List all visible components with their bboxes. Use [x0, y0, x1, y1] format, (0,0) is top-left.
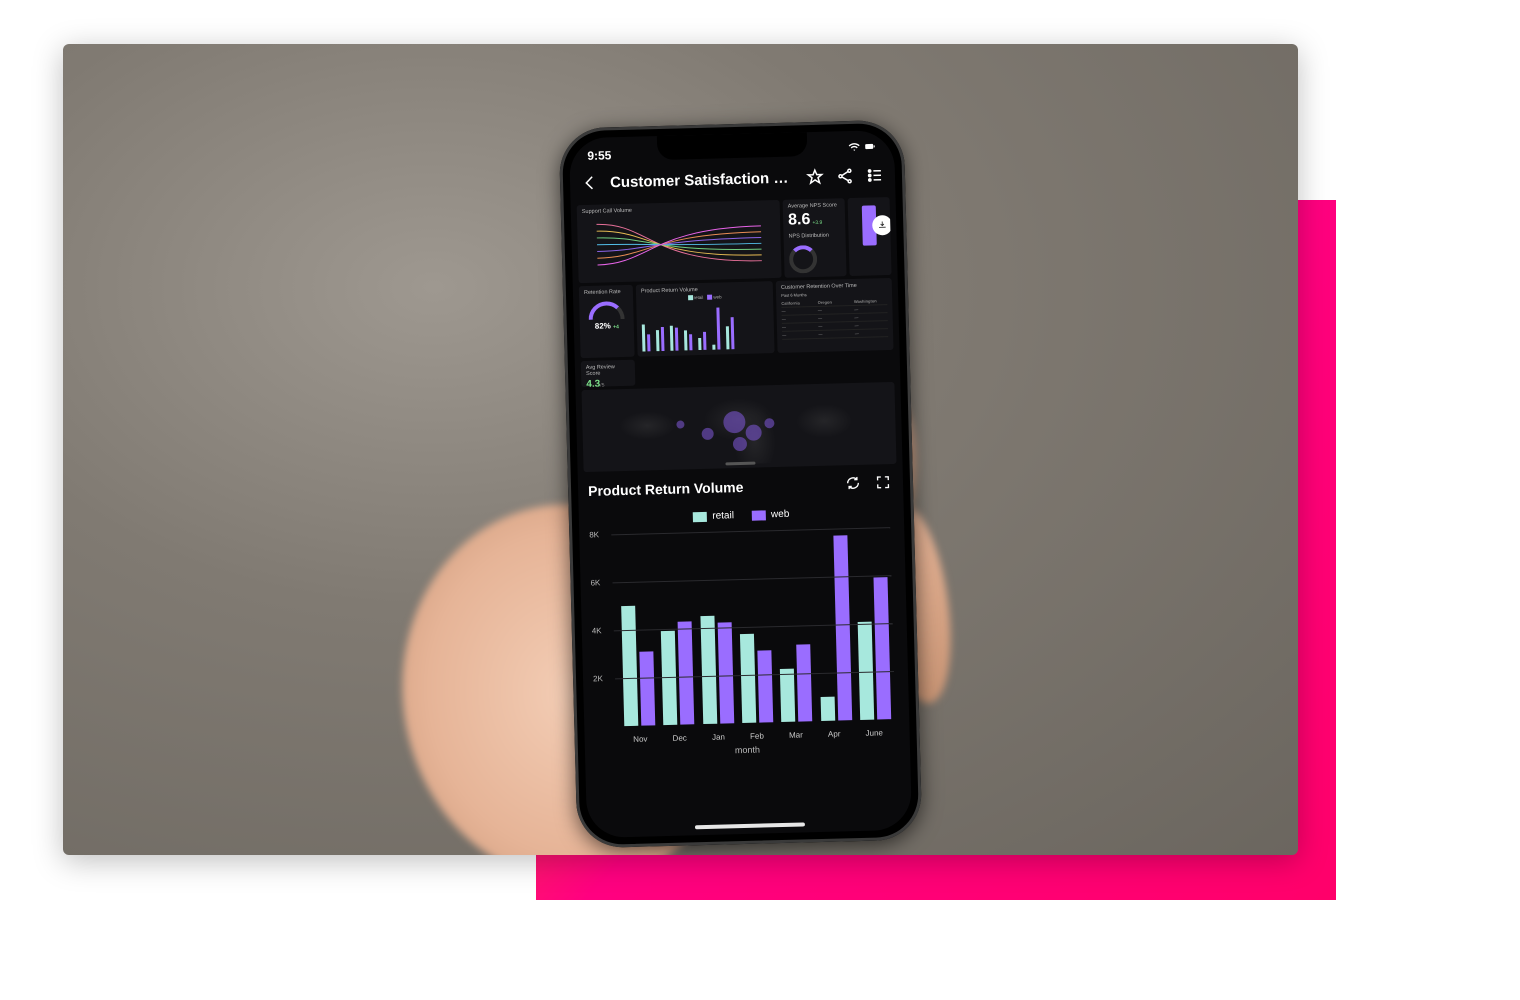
export-fab-button[interactable] — [872, 215, 892, 236]
gauge-card[interactable] — [848, 197, 892, 276]
home-indicator[interactable] — [694, 822, 804, 829]
battery-icon — [864, 140, 876, 155]
avg-review-suffix: /5 — [600, 383, 604, 388]
map-bubble — [764, 418, 774, 428]
refresh-button[interactable] — [845, 475, 863, 493]
favorite-button[interactable] — [805, 167, 826, 188]
bar-web[interactable] — [833, 535, 852, 720]
nps-score-card[interactable]: Average NPS Score 8.6+3.9 NPS Distributi… — [783, 198, 847, 278]
chart-title: Product Return Volume — [588, 477, 833, 499]
x-tick: Feb — [750, 731, 764, 740]
retention-delta: +4 — [613, 324, 619, 330]
legend-item-web[interactable]: web — [752, 509, 790, 521]
retention-rate-card[interactable]: Retention Rate 82% +4 — [579, 285, 635, 358]
bar-web[interactable] — [717, 622, 734, 723]
bar-web[interactable] — [873, 578, 891, 720]
mini-bar-chart — [641, 304, 769, 351]
card-title: Average NPS Score — [788, 202, 840, 209]
wifi-icon — [848, 141, 860, 156]
y-tick: 4K — [592, 626, 602, 635]
bar-web[interactable] — [678, 621, 695, 725]
status-time: 9:55 — [587, 148, 611, 163]
card-title: Retention Rate — [584, 289, 628, 296]
y-tick: 2K — [593, 674, 603, 683]
bar-web[interactable] — [639, 651, 655, 726]
semicircle-gauge-icon — [588, 301, 624, 320]
donut-chart-icon — [789, 245, 818, 274]
bar-retail[interactable] — [740, 634, 756, 723]
page-title: Customer Satisfaction D… — [610, 169, 795, 191]
bar-chart[interactable]: Nov Dec Jan Feb Mar Apr June 2K 4K 6K 8K — [589, 527, 899, 745]
list-view-button[interactable] — [865, 165, 886, 186]
x-tick: Mar — [789, 730, 803, 739]
card-title: Avg Review Score — [586, 364, 630, 377]
table-row: ——— — [782, 329, 888, 340]
bar-retail[interactable] — [780, 669, 795, 722]
bar-web[interactable] — [796, 644, 812, 721]
bar-retail[interactable] — [621, 606, 638, 726]
bar-retail[interactable] — [700, 616, 717, 724]
mini-legend: retail web — [641, 293, 768, 301]
avg-review-card[interactable]: Avg Review Score 4.3/5 — [581, 360, 636, 387]
retention-value: 82% — [595, 321, 611, 330]
x-tick: Apr — [828, 729, 841, 738]
bar-retail[interactable] — [661, 631, 677, 725]
fullscreen-button[interactable] — [875, 474, 893, 492]
x-tick: June — [865, 728, 883, 737]
swipe-handle-icon[interactable] — [725, 462, 755, 466]
dashboard-overview[interactable]: Support Call Volume — [571, 195, 903, 474]
map-bubble — [723, 410, 746, 433]
phone-notch — [656, 132, 807, 160]
share-button[interactable] — [835, 166, 856, 187]
product-return-mini-card[interactable]: Product Return Volume retail web — [636, 281, 775, 357]
x-tick: Dec — [673, 733, 687, 742]
bar-web[interactable] — [757, 650, 773, 722]
x-tick: Jan — [712, 732, 725, 741]
customer-retention-table-card[interactable]: Customer Retention Over Time Past 6 Mont… — [776, 278, 894, 353]
world-map-card[interactable] — [581, 382, 896, 472]
card-subtitle: NPS Distribution — [788, 232, 840, 239]
bar-retail[interactable] — [857, 621, 874, 720]
x-tick: Nov — [633, 735, 647, 744]
line-chart-icon — [582, 212, 776, 275]
back-button[interactable] — [580, 173, 601, 194]
nps-value: 8.6 — [788, 211, 811, 229]
bar-retail[interactable] — [820, 697, 835, 721]
y-tick: 8K — [589, 530, 599, 539]
nps-delta: +3.9 — [812, 220, 822, 226]
chart-section: Product Return Volume retail web Nov Dec J… — [578, 466, 910, 763]
legend-item-retail[interactable]: retail — [693, 510, 734, 522]
promo-photo: 9:55 Customer Satisfaction D… Support Ca — [63, 44, 1298, 855]
phone-screen: 9:55 Customer Satisfaction D… Support Ca — [569, 130, 912, 838]
support-call-volume-card[interactable]: Support Call Volume — [577, 200, 782, 283]
y-tick: 6K — [590, 578, 600, 587]
chart-legend: retail web — [589, 506, 894, 525]
phone-frame: 9:55 Customer Satisfaction D… Support Ca — [559, 120, 923, 849]
map-bubble — [676, 420, 684, 428]
avg-review-value: 4.3 — [586, 379, 600, 387]
